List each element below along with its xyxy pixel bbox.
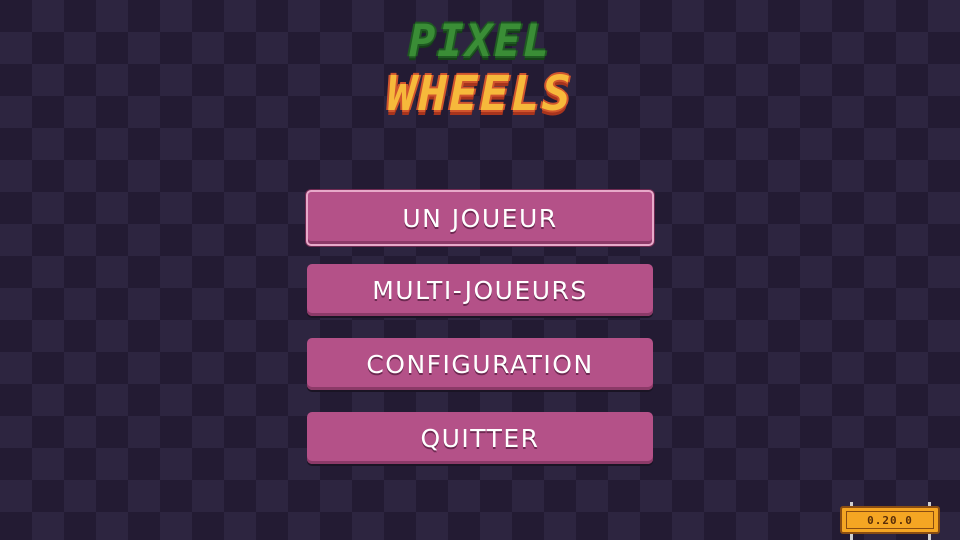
multiplayer-label: MULTI-JOUEURS — [372, 275, 588, 305]
version-sign: 0.20.0 — [840, 502, 940, 540]
single-player-label: UN JOUEUR — [402, 203, 558, 233]
logo-title-wheels: WHEELS — [387, 66, 573, 122]
multiplayer-button[interactable]: MULTI-JOUEURS — [307, 264, 653, 316]
settings-label: CONFIGURATION — [366, 349, 594, 379]
game-logo: PIXEL WHEELS — [330, 18, 630, 130]
sign-board: 0.20.0 — [840, 506, 940, 534]
single-player-button[interactable]: UN JOUEUR — [306, 190, 654, 246]
quit-button[interactable]: QUITTER — [307, 412, 653, 464]
version-label: 0.20.0 — [867, 513, 913, 527]
sign-board-frame: 0.20.0 — [846, 511, 934, 529]
settings-button[interactable]: CONFIGURATION — [307, 338, 653, 390]
logo-title-pixel: PIXEL — [408, 16, 552, 67]
quit-label: QUITTER — [420, 423, 540, 453]
main-menu: UN JOUEUR MULTI-JOUEURS CONFIGURATION QU… — [306, 190, 654, 486]
